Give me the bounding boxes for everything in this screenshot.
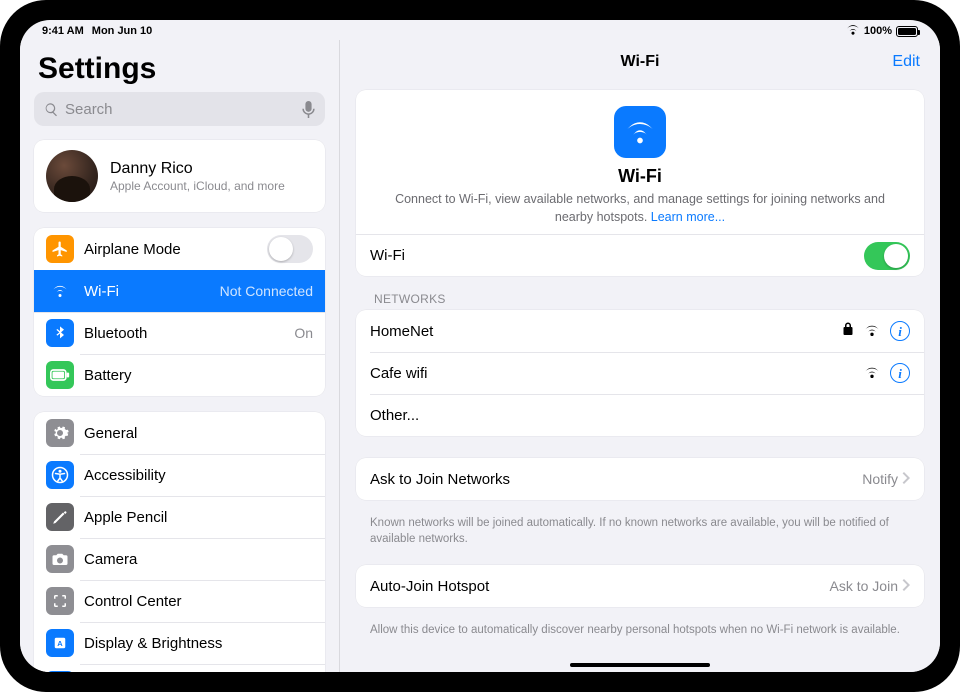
search-placeholder: Search (65, 101, 302, 118)
sidebar-item-bluetooth[interactable]: Bluetooth On (34, 312, 325, 354)
sidebar-group-general: General Accessibility Appl (34, 412, 325, 672)
sidebar-item-display[interactable]: A Display & Brightness (34, 622, 325, 664)
airplane-icon (46, 235, 74, 263)
network-name: HomeNet (370, 323, 842, 340)
camera-label: Camera (84, 551, 313, 568)
pencil-icon (46, 503, 74, 531)
hero-description: Connect to Wi-Fi, view available network… (378, 191, 902, 226)
sidebar-group-connectivity: Airplane Mode Wi-Fi Not Connected (34, 228, 325, 396)
ask-join-footer: Known networks will be joined automatica… (370, 516, 910, 547)
accessibility-icon (46, 461, 74, 489)
profile-name: Danny Rico (110, 160, 285, 178)
status-battery-percent: 100% (864, 25, 892, 37)
home-indicator[interactable] (570, 663, 710, 667)
sidebar-item-wifi[interactable]: Wi-Fi Not Connected (34, 270, 325, 312)
display-icon: A (46, 629, 74, 657)
screen: 9:41 AM Mon Jun 10 100% Settings Search (20, 20, 940, 672)
wifi-icon (46, 277, 74, 305)
camera-icon (46, 545, 74, 573)
lock-icon (842, 322, 854, 340)
control-center-icon (46, 587, 74, 615)
network-row[interactable]: HomeNet i (356, 310, 924, 352)
pencil-label: Apple Pencil (84, 509, 313, 526)
control-center-label: Control Center (84, 593, 313, 610)
sidebar-item-battery[interactable]: Battery (34, 354, 325, 396)
status-date: Mon Jun 10 (92, 25, 153, 37)
ask-join-card: Ask to Join Networks Notify (356, 458, 924, 500)
edit-button[interactable]: Edit (892, 53, 920, 71)
airplane-toggle[interactable] (267, 235, 313, 263)
accessibility-label: Accessibility (84, 467, 313, 484)
ask-join-row[interactable]: Ask to Join Networks Notify (356, 458, 924, 500)
wifi-hero-icon (614, 106, 666, 158)
profile-card[interactable]: Danny Rico Apple Account, iCloud, and mo… (34, 140, 325, 212)
sidebar-item-pencil[interactable]: Apple Pencil (34, 496, 325, 538)
learn-more-link[interactable]: Learn more... (651, 210, 725, 224)
ipad-device-frame: 9:41 AM Mon Jun 10 100% Settings Search (0, 0, 960, 692)
auto-hotspot-label: Auto-Join Hotspot (370, 578, 830, 595)
wifi-toggle-label: Wi-Fi (370, 247, 864, 264)
info-button[interactable]: i (890, 363, 910, 383)
detail-pane: Wi-Fi Edit Wi-Fi Connect to Wi-Fi, view … (340, 40, 940, 672)
bluetooth-value: On (294, 325, 313, 341)
wifi-toggle-row: Wi-Fi (356, 234, 924, 276)
home-screen-icon (46, 671, 74, 672)
sidebar-item-control-center[interactable]: Control Center (34, 580, 325, 622)
wifi-signal-icon (864, 323, 880, 340)
chevron-right-icon (902, 578, 910, 594)
general-label: General (84, 425, 313, 442)
wifi-status-icon (846, 24, 860, 38)
content-scroll[interactable]: Wi-Fi Connect to Wi-Fi, view available n… (340, 84, 940, 672)
gear-icon (46, 419, 74, 447)
wifi-toggle[interactable] (864, 242, 910, 270)
networks-header: Networks (374, 292, 920, 306)
ask-join-value: Notify (862, 471, 898, 487)
airplane-label: Airplane Mode (84, 241, 267, 258)
auto-hotspot-value: Ask to Join (830, 578, 898, 594)
auto-hotspot-card: Auto-Join Hotspot Ask to Join (356, 565, 924, 607)
bluetooth-label: Bluetooth (84, 325, 294, 342)
chevron-right-icon (902, 471, 910, 487)
networks-card: HomeNet i Cafe wifi i (356, 310, 924, 436)
wifi-signal-icon (864, 365, 880, 382)
network-other-label: Other... (370, 407, 910, 424)
sidebar-item-home-screen[interactable]: Home Screen & App Library (34, 664, 325, 672)
mic-icon[interactable] (302, 101, 315, 118)
sidebar-item-accessibility[interactable]: Accessibility (34, 454, 325, 496)
page-title: Settings (38, 52, 321, 86)
sidebar-item-airplane[interactable]: Airplane Mode (34, 228, 325, 270)
bluetooth-icon (46, 319, 74, 347)
battery-icon (896, 26, 918, 37)
auto-hotspot-row[interactable]: Auto-Join Hotspot Ask to Join (356, 565, 924, 607)
network-other-row[interactable]: Other... (356, 394, 924, 436)
ask-join-label: Ask to Join Networks (370, 471, 862, 488)
status-time: 9:41 AM (42, 25, 84, 37)
wifi-label: Wi-Fi (84, 283, 220, 300)
profile-sub: Apple Account, iCloud, and more (110, 179, 285, 193)
display-label: Display & Brightness (84, 635, 313, 652)
wifi-value: Not Connected (220, 283, 313, 299)
auto-hotspot-footer: Allow this device to automatically disco… (370, 623, 910, 639)
sidebar-item-general[interactable]: General (34, 412, 325, 454)
sidebar: Settings Search Danny Rico Apple Account… (20, 40, 340, 672)
svg-text:A: A (57, 639, 63, 648)
nav-bar: Wi-Fi Edit (340, 40, 940, 84)
search-input[interactable]: Search (34, 92, 325, 126)
info-button[interactable]: i (890, 321, 910, 341)
network-name: Cafe wifi (370, 365, 864, 382)
status-bar: 9:41 AM Mon Jun 10 100% (20, 20, 940, 40)
hero-title: Wi-Fi (378, 166, 902, 187)
battery-label: Battery (84, 367, 313, 384)
avatar (46, 150, 98, 202)
nav-title: Wi-Fi (340, 53, 940, 71)
wifi-hero-card: Wi-Fi Connect to Wi-Fi, view available n… (356, 90, 924, 276)
sidebar-item-camera[interactable]: Camera (34, 538, 325, 580)
network-row[interactable]: Cafe wifi i (356, 352, 924, 394)
search-icon (44, 102, 59, 117)
battery-sidebar-icon (46, 361, 74, 389)
